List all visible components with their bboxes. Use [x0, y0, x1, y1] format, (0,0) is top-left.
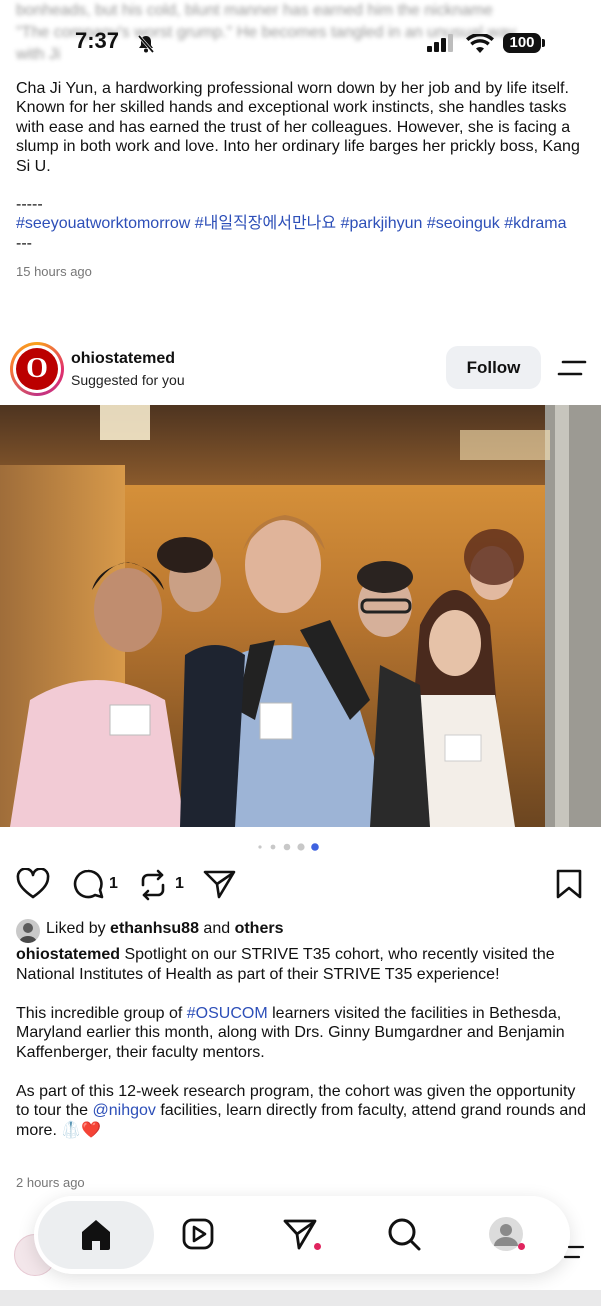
liked-and: and: [198, 920, 235, 937]
bottom-navigation: [34, 1196, 570, 1274]
previous-post-time: 15 hours ago: [16, 264, 92, 280]
separator-line: ---: [16, 234, 32, 252]
search-icon[interactable]: [384, 1214, 424, 1254]
caption-text: This incredible group of: [16, 1004, 187, 1022]
elevator-group-photo: [0, 405, 601, 827]
comment-icon[interactable]: [72, 868, 106, 902]
bookmark-icon[interactable]: [555, 868, 583, 900]
home-indicator-area: [0, 1290, 601, 1306]
post-header: O ohiostatemed Suggested for you Follow: [0, 340, 601, 400]
follow-button[interactable]: Follow: [446, 346, 541, 389]
repost-count: 1: [175, 875, 184, 892]
post-time: 2 hours ago: [16, 1175, 85, 1190]
home-icon[interactable]: [76, 1214, 116, 1254]
previous-post-caption: Cha Ji Yun, a hardworking professional w…: [16, 79, 586, 282]
caption-username[interactable]: ohiostatemed: [16, 946, 120, 963]
repost-icon[interactable]: [137, 868, 169, 902]
suggested-label: Suggested for you: [71, 372, 185, 388]
notification-dot: [518, 1243, 525, 1250]
ohio-state-logo: O: [16, 348, 58, 390]
previous-caption-text: Cha Ji Yun, a hardworking professional w…: [16, 80, 580, 175]
avatar[interactable]: O: [10, 342, 64, 396]
notification-dot: [314, 1243, 321, 1250]
liker-avatar: [16, 919, 40, 943]
post-photo[interactable]: [0, 405, 601, 827]
send-icon[interactable]: [202, 868, 238, 900]
separator-line: -----: [16, 196, 43, 214]
hashtag-link[interactable]: #OSUCOM: [187, 1005, 268, 1022]
hashtag-links[interactable]: #seeyouatworktomorrow #내일직장에서만나요 #parkji…: [16, 214, 586, 233]
cellular-signal-icon: [427, 34, 453, 52]
menu-icon[interactable]: [557, 358, 587, 378]
comment-count: 1: [109, 875, 118, 892]
status-time: 7:37: [75, 28, 120, 53]
heart-icon[interactable]: [16, 868, 50, 900]
battery-indicator: 100: [503, 33, 545, 53]
liked-prefix: Liked by: [46, 920, 111, 937]
mention-link[interactable]: @nihgov: [93, 1102, 156, 1119]
liked-by-row[interactable]: Liked by ethanhsu88 and others: [16, 917, 586, 943]
post-username[interactable]: ohiostatemed: [71, 350, 175, 368]
bell-slash-icon: [137, 35, 155, 53]
menu-icon[interactable]: [563, 1244, 585, 1260]
wifi-icon: [466, 34, 494, 53]
status-bar: bonheads, but his cold, blunt manner has…: [0, 0, 601, 80]
post-actions: 1 1: [0, 864, 601, 904]
post-caption: ohiostatemed Spotlight on our STRIVE T35…: [16, 945, 588, 1140]
liked-user[interactable]: ethanhsu88: [110, 920, 199, 937]
liked-others[interactable]: others: [235, 920, 284, 937]
reels-icon[interactable]: [178, 1214, 218, 1254]
carousel-dots: [258, 843, 319, 851]
